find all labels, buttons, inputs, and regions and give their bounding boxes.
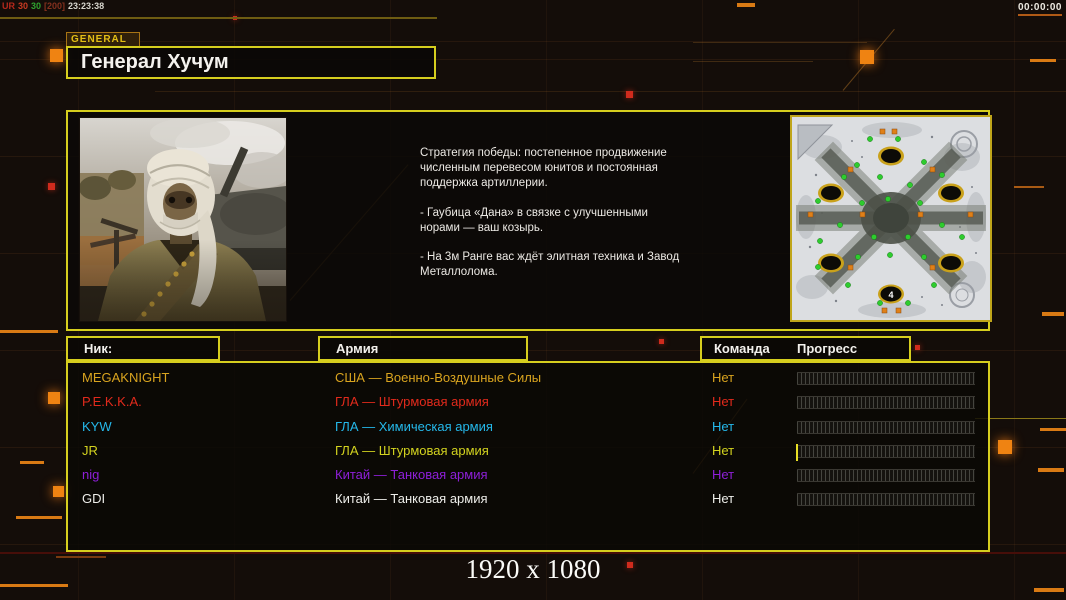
- decor-dash: [1034, 588, 1064, 592]
- player-name: KYW: [82, 418, 112, 434]
- player-name: GDI: [82, 491, 106, 507]
- header-team-label: Команда: [714, 341, 770, 356]
- player-progress-bar: [797, 420, 975, 434]
- debug-part: 30: [31, 1, 42, 11]
- player-team: Нет: [712, 370, 735, 385]
- player-army: Китай — Танковая армия: [335, 467, 488, 483]
- decor-dash: [1014, 186, 1044, 188]
- decor-line: [693, 61, 813, 62]
- decor-dash: [1042, 312, 1064, 316]
- decor-square-red: [626, 91, 633, 98]
- player-army: США — Военно-Воздушные Силы: [335, 370, 542, 385]
- strategy-paragraph: - На 3м Ранге вас ждёт элитная техника и…: [420, 250, 680, 279]
- general-title-box: Генерал Хучум: [66, 46, 436, 79]
- decor-square-red: [659, 339, 664, 344]
- debug-part: UR: [2, 1, 15, 11]
- debug-part: 23:23:38: [68, 1, 105, 11]
- player-team: Нет: [712, 394, 735, 410]
- header-progress-label: Прогресс: [797, 341, 858, 356]
- decor-square-red: [915, 345, 920, 350]
- resolution-label: 1920 x 1080: [465, 554, 601, 584]
- map-preview: 4: [790, 115, 992, 322]
- players-list: MEGAKNIGHT США — Военно-Воздушные Силы Н…: [68, 367, 988, 513]
- decor-line: [155, 91, 1066, 92]
- decor-dash: [20, 461, 44, 464]
- progress-cursor: [796, 443, 798, 461]
- player-progress-bar: [796, 443, 975, 461]
- player-team: Нет: [712, 491, 735, 507]
- player-team: Нет: [712, 442, 735, 458]
- player-progress-bar: [797, 372, 975, 385]
- decor-diagonal: [842, 28, 895, 91]
- decor-square-orange: [860, 50, 874, 64]
- header-nick: Ник:: [66, 336, 220, 361]
- header-team-progress: Команда Прогресс: [700, 336, 911, 361]
- decor-square-red: [48, 183, 55, 190]
- decor-square-orange: [53, 486, 64, 497]
- player-progress-bar: [797, 493, 975, 507]
- player-progress-bar: [797, 396, 975, 410]
- loading-screen: UR 30 30 [200] 23:23:38 00:00:00 GENERAL Ген…: [0, 0, 1066, 600]
- map-start-marker-label: 4: [888, 290, 893, 300]
- decor-dash: [0, 330, 58, 333]
- decor-dash: [16, 516, 62, 519]
- player-army: ГЛА — Штурмовая армия: [335, 394, 489, 410]
- top-left-line: [0, 17, 437, 19]
- player-row: MEGAKNIGHT США — Военно-Воздушные Силы Н…: [68, 367, 988, 391]
- player-progress-bar: [797, 469, 975, 483]
- players-panel: MEGAKNIGHT США — Военно-Воздушные Силы Н…: [66, 361, 990, 552]
- player-team: Нет: [712, 467, 735, 483]
- general-portrait: [79, 117, 292, 322]
- player-row: KYW ГЛА — Химическая армия Нет: [68, 416, 988, 440]
- decor-square-orange: [48, 392, 60, 404]
- decor-square-orange: [50, 49, 63, 62]
- header-army: Армия: [318, 336, 528, 361]
- player-team: Нет: [712, 418, 735, 434]
- general-name: Генерал Хучум: [81, 51, 229, 73]
- player-army: ГЛА — Штурмовая армия: [335, 442, 489, 458]
- player-row: nig Китай — Танковая армия Нет: [68, 464, 988, 488]
- debug-readout: UR 30 30 [200] 23:23:38: [2, 1, 107, 11]
- debug-part: 30: [18, 1, 29, 11]
- player-name: JR: [82, 442, 98, 458]
- player-name: MEGAKNIGHT: [82, 370, 170, 385]
- player-row: P.E.K.K.A. ГЛА — Штурмовая армия Нет: [68, 391, 988, 415]
- player-army: Китай — Танковая армия: [335, 491, 488, 507]
- player-name: P.E.K.K.A.: [82, 394, 142, 410]
- player-name: nig: [82, 467, 100, 483]
- decor-square-orange: [998, 440, 1012, 454]
- match-timer: 00:00:00: [1017, 2, 1062, 13]
- strategy-paragraph: Стратегия победы: постепенное продвижени…: [420, 147, 667, 190]
- player-army: ГЛА — Химическая армия: [335, 418, 493, 434]
- strategy-paragraph: - Гаубица «Дана» в связке с улучшенными …: [420, 206, 648, 234]
- decor-dash: [1038, 468, 1064, 472]
- header-nick-label: Ник:: [84, 341, 113, 356]
- player-row: GDI Китай — Танковая армия Нет: [68, 488, 988, 512]
- decor-dash: [737, 3, 755, 7]
- general-info-panel: Стратегия победы: постепенное продвижени…: [66, 110, 992, 331]
- decor-dash: [1030, 59, 1056, 62]
- general-tab: GENERAL: [66, 32, 140, 47]
- strategy-text: Стратегия победы: постепенное продвижени…: [420, 146, 686, 294]
- decor-dash: [1040, 428, 1066, 431]
- player-row: JR ГЛА — Штурмовая армия Нет: [68, 440, 988, 464]
- header-army-label: Армия: [336, 341, 379, 356]
- decor-line: [693, 42, 867, 43]
- debug-part: [200]: [44, 1, 66, 11]
- timer-underline: [1018, 14, 1062, 16]
